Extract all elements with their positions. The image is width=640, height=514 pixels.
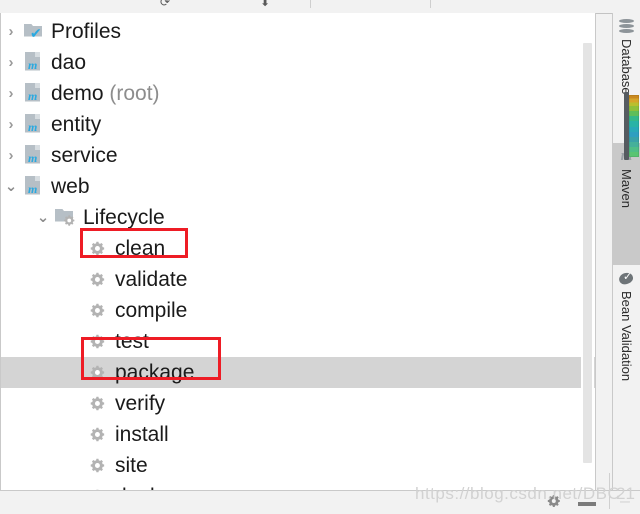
tree-scrollbar-thumb[interactable] <box>583 43 592 463</box>
tool-tab-bean-validation[interactable]: ✓ Bean Validation <box>613 265 640 445</box>
tree-row-label-text: validate <box>115 267 188 291</box>
bean-validation-icon: ✓ <box>617 270 635 287</box>
tree-chevron-right-icon[interactable]: › <box>1 24 21 39</box>
tree-chevron-placeholder: • <box>65 303 85 318</box>
toolbar-separator <box>430 0 431 8</box>
tree-row-label-text: verify <box>115 391 166 415</box>
tree-row-label-text: dao <box>51 50 87 74</box>
tree-chevron-placeholder: • <box>65 396 85 411</box>
annotation-box-clean <box>80 228 188 258</box>
tree-row-site[interactable]: • site <box>1 450 595 481</box>
tree-chevron-right-icon[interactable]: › <box>1 86 21 101</box>
minimize-icon[interactable] <box>578 502 596 506</box>
tree-row-label: validate <box>115 268 187 292</box>
tree-vertical-scrollbar[interactable] <box>581 27 594 490</box>
tree-row-label: dao <box>51 51 86 75</box>
tree-row-label-text: Lifecycle <box>83 205 165 229</box>
tree-row-label: site <box>115 454 148 478</box>
tree-chevron-right-icon[interactable]: › <box>1 55 21 70</box>
annotation-box-package <box>81 337 221 380</box>
tree-row-label-text: web <box>51 174 90 198</box>
maven-goal-gear-icon <box>85 299 111 323</box>
tree-row-label-text: demo <box>51 81 104 105</box>
tree-chevron-placeholder: • <box>65 272 85 287</box>
tree-row-label: compile <box>115 299 187 323</box>
tree-row-label: service <box>51 144 118 168</box>
code-map-gutter[interactable] <box>629 95 639 157</box>
tool-tab-database-label: Database <box>619 39 634 95</box>
tree-row-label: verify <box>115 392 165 416</box>
tree-chevron-placeholder: • <box>65 458 85 473</box>
tree-row-label-text: compile <box>115 298 188 322</box>
tree-row-dao[interactable]: › m dao <box>1 47 595 78</box>
maven-module-icon: m <box>21 51 47 75</box>
tree-row-label: Lifecycle <box>83 206 165 230</box>
tree-row-label: entity <box>51 113 101 137</box>
profiles-folder-icon: ✔ <box>21 20 47 44</box>
tree-row-label: demo (root) <box>51 82 160 106</box>
tree-chevron-down-icon[interactable]: ⌄ <box>33 210 53 225</box>
maven-module-icon: m <box>21 113 47 137</box>
toolbar-separator <box>310 0 311 8</box>
tree-row-validate[interactable]: • validate <box>1 264 595 295</box>
tree-row-label-text: Profiles <box>51 19 122 43</box>
tool-tab-bean-validation-label: Bean Validation <box>619 291 634 382</box>
bottom-status-strip <box>0 473 640 510</box>
tree-row-label-text: site <box>115 453 148 477</box>
tree-chevron-down-icon[interactable]: ⌄ <box>1 179 21 194</box>
bottom-divider <box>609 473 610 509</box>
database-icon <box>618 18 635 35</box>
tree-row-profiles[interactable]: › ✔ Profiles <box>1 16 595 47</box>
maven-module-icon: m <box>21 82 47 106</box>
tree-chevron-right-icon[interactable]: › <box>1 148 21 163</box>
tree-row-label-text: entity <box>51 112 102 136</box>
tree-row-label-text: service <box>51 143 118 167</box>
tree-row-label: Profiles <box>51 20 121 44</box>
maven-module-icon: m <box>21 175 47 199</box>
download-icon[interactable]: ⬇ <box>258 0 272 9</box>
right-tool-window-stripe[interactable]: Database m Maven ✓ Bean Validation <box>612 13 640 491</box>
maven-goal-gear-icon <box>85 454 111 478</box>
tool-tab-maven-label: Maven <box>619 169 634 209</box>
tree-chevron-placeholder: • <box>65 427 85 442</box>
settings-gear-icon[interactable] <box>545 493 561 509</box>
lifecycle-folder-icon <box>53 206 79 230</box>
tree-row-install[interactable]: • install <box>1 419 595 450</box>
tree-row-label: web <box>51 175 90 199</box>
tool-tab-maven[interactable]: m Maven <box>613 143 640 265</box>
maven-toolbar[interactable]: ⟳ ⬇ — <box>0 0 640 14</box>
maven-module-icon: m <box>21 144 47 168</box>
tree-row-entity[interactable]: › m entity <box>1 109 595 140</box>
tree-row-service[interactable]: › m service <box>1 140 595 171</box>
maven-goal-gear-icon <box>85 268 111 292</box>
maven-goal-gear-icon <box>85 423 111 447</box>
tree-row-demo[interactable]: › m demo (root) <box>1 78 595 109</box>
tree-row-label: install <box>115 423 169 447</box>
tree-row-verify[interactable]: • verify <box>1 388 595 419</box>
tree-chevron-right-icon[interactable]: › <box>1 117 21 132</box>
tree-row-label-suffix: (root) <box>109 81 160 105</box>
refresh-icon[interactable]: ⟳ <box>158 0 172 9</box>
tree-row-web[interactable]: ⌄ m web <box>1 171 595 202</box>
maven-goal-gear-icon <box>85 392 111 416</box>
tree-row-label-text: install <box>115 422 169 446</box>
tree-row-compile[interactable]: • compile <box>1 295 595 326</box>
